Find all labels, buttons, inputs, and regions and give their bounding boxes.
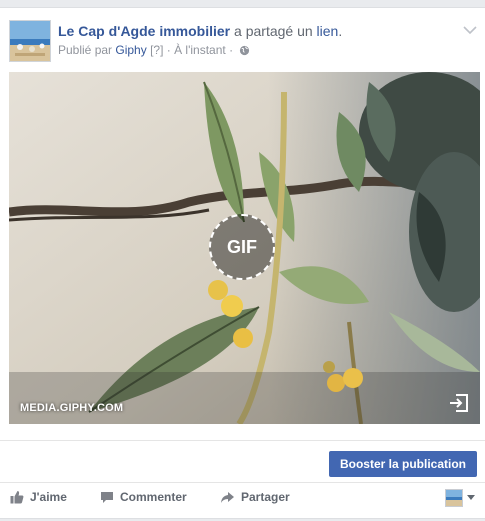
- page-avatar-mini: [445, 489, 463, 507]
- gif-play-badge[interactable]: GIF: [209, 214, 275, 280]
- post-as-selector[interactable]: [445, 489, 475, 507]
- publisher-link[interactable]: Giphy: [115, 43, 146, 57]
- post-verb: a partagé un: [230, 23, 317, 39]
- like-button[interactable]: J'aime: [10, 490, 67, 504]
- comment-label: Commenter: [120, 490, 187, 504]
- boost-post-button[interactable]: Booster la publication: [328, 451, 477, 477]
- post-timestamp[interactable]: À l'instant: [174, 43, 226, 57]
- share-button[interactable]: Partager: [220, 490, 290, 504]
- post-meta: Publié par Giphy [?] · À l'instant ·: [58, 43, 250, 59]
- post-header-title: Le Cap d'Agde immobilier a partagé un li…: [58, 23, 342, 39]
- page-name-link[interactable]: Le Cap d'Agde immobilier: [58, 23, 230, 39]
- comment-icon: [101, 491, 113, 503]
- like-label: J'aime: [30, 490, 67, 504]
- media-source-label: MEDIA.GIPHY.COM: [20, 402, 124, 414]
- help-link[interactable]: [?] ·: [147, 43, 174, 57]
- gif-media[interactable]: GIF MEDIA.GIPHY.COM: [9, 72, 480, 424]
- post-period: .: [338, 23, 343, 39]
- post-card: Le Cap d'Agde immobilier a partagé un li…: [0, 7, 485, 519]
- thumbs-up-icon: [10, 491, 24, 504]
- published-by-label: Publié par: [58, 43, 116, 57]
- divider: [0, 482, 485, 483]
- share-icon: [221, 491, 234, 503]
- share-label: Partager: [241, 490, 290, 504]
- comment-button[interactable]: Commenter: [100, 490, 187, 504]
- chevron-down-icon[interactable]: [463, 25, 477, 35]
- post-actions: J'aime Commenter Partager: [0, 486, 485, 512]
- page-avatar[interactable]: [9, 20, 51, 62]
- globe-icon[interactable]: [239, 45, 250, 59]
- shared-link[interactable]: lien: [317, 23, 339, 39]
- divider: [0, 440, 485, 441]
- share-arrow-icon[interactable]: [448, 392, 470, 414]
- meta-separator: ·: [225, 43, 237, 57]
- caret-down-icon: [467, 495, 475, 500]
